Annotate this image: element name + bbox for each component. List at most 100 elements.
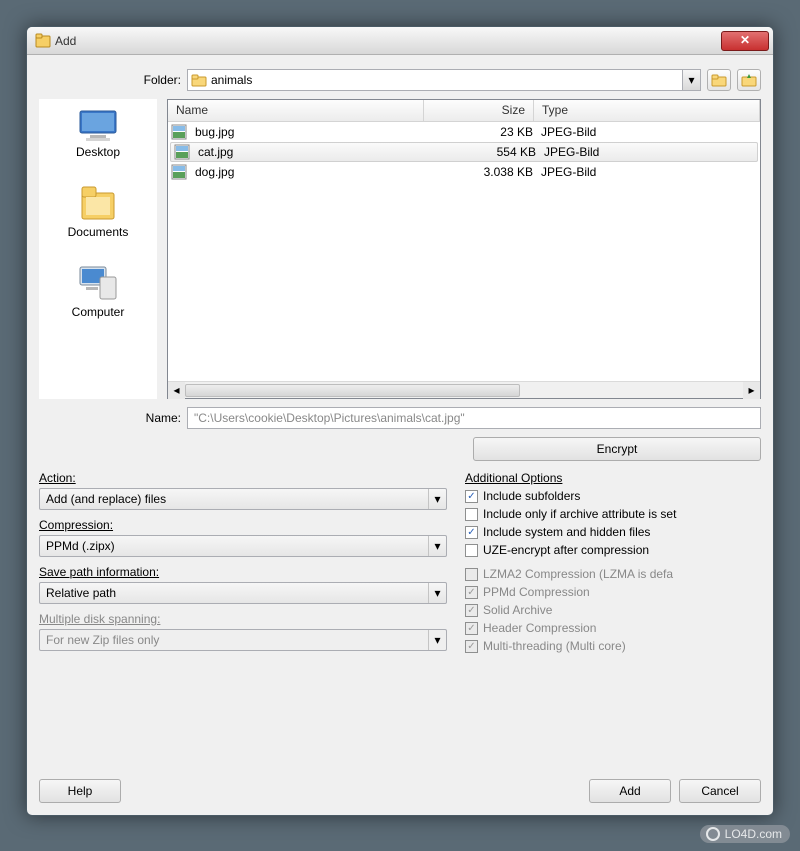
cancel-button[interactable]: Cancel (679, 779, 761, 803)
option-row[interactable]: UZE-encrypt after compression (465, 541, 761, 559)
option-row: ✓ Multi-threading (Multi core) (465, 637, 761, 655)
options-list: ✓ Include subfolders Include only if archi… (465, 487, 761, 655)
mid-area: Desktop Documents Computer Name Size Typ… (39, 99, 761, 399)
image-file-icon (174, 144, 190, 160)
folder-icon (191, 72, 207, 88)
window-title: Add (55, 34, 721, 48)
name-row: Name: (39, 407, 761, 429)
cell-name: dog.jpg (191, 165, 427, 179)
image-file-icon (171, 164, 187, 180)
spanning-value: For new Zip files only (40, 633, 428, 647)
close-icon: ✕ (740, 33, 750, 47)
action-dropdown-button[interactable]: ▾ (428, 489, 446, 509)
place-desktop[interactable]: Desktop (76, 107, 120, 159)
listview-header: Name Size Type (168, 100, 760, 122)
option-row: ✓ Solid Archive (465, 601, 761, 619)
folder-value: animals (207, 73, 682, 87)
action-combo[interactable]: Add (and replace) files ▾ (39, 488, 447, 510)
name-label: Name: (39, 411, 181, 425)
up-folder-button[interactable] (707, 69, 731, 91)
compression-combo[interactable]: PPMd (.zipx) ▾ (39, 535, 447, 557)
folder-dropdown-button[interactable]: ▾ (682, 70, 700, 90)
name-input[interactable] (187, 407, 761, 429)
option-label: PPMd Compression (483, 585, 590, 599)
options-panel: Additional Options ✓ Include subfolders In… (465, 471, 761, 655)
scroll-right-button[interactable]: ▸ (743, 382, 760, 399)
bottom-bar: Help Add Cancel (39, 769, 761, 803)
folder-row: Folder: animals ▾ (39, 69, 761, 91)
scroll-left-button[interactable]: ◂ (168, 382, 185, 399)
cell-type: JPEG-Bild (540, 145, 754, 159)
horizontal-scrollbar[interactable]: ◂ ▸ (168, 381, 760, 398)
scroll-track[interactable] (185, 384, 743, 397)
computer-icon (76, 263, 120, 303)
savepath-value: Relative path (40, 586, 428, 600)
encrypt-row: Encrypt (39, 437, 761, 461)
table-row[interactable]: bug.jpg23 KBJPEG-Bild (168, 122, 760, 142)
watermark-icon (706, 827, 720, 841)
documents-icon (76, 183, 120, 223)
checkbox: ✓ (465, 604, 478, 617)
triangle-left-icon: ◂ (173, 383, 179, 397)
places-bar: Desktop Documents Computer (39, 99, 157, 399)
chevron-down-icon: ▾ (434, 586, 440, 600)
options-title: Additional Options (465, 471, 761, 485)
table-row[interactable]: cat.jpg554 KBJPEG-Bild (170, 142, 758, 162)
image-file-icon (171, 124, 187, 140)
place-computer[interactable]: Computer (72, 263, 125, 319)
checkbox[interactable]: ✓ (465, 526, 478, 539)
cell-type: JPEG-Bild (537, 165, 757, 179)
spanning-label: Multiple disk spanning: (39, 612, 447, 626)
help-button[interactable]: Help (39, 779, 121, 803)
compression-label: Compression: (39, 518, 447, 532)
encrypt-button[interactable]: Encrypt (473, 437, 761, 461)
option-row: ✓PPMd Compression (465, 583, 761, 601)
option-row[interactable]: ✓ Include system and hidden files (465, 523, 761, 541)
compression-dropdown-button[interactable]: ▾ (428, 536, 446, 556)
option-label: Include only if archive attribute is set (483, 507, 676, 521)
place-documents[interactable]: Documents (68, 183, 129, 239)
option-label: Solid Archive (483, 603, 552, 617)
option-label: Multi-threading (Multi core) (483, 639, 626, 653)
file-listview[interactable]: Name Size Type bug.jpg23 KBJPEG-Bildcat.… (167, 99, 761, 399)
cell-size: 3.038 KB (427, 165, 537, 179)
checkbox: ✓ (465, 640, 478, 653)
watermark: LO4D.com (700, 825, 790, 843)
scroll-thumb[interactable] (185, 384, 520, 397)
table-row[interactable]: dog.jpg3.038 KBJPEG-Bild (168, 162, 760, 182)
titlebar: Add ✕ (27, 27, 773, 55)
chevron-down-icon: ▾ (688, 73, 694, 87)
option-row[interactable]: Include only if archive attribute is set (465, 505, 761, 523)
checkbox[interactable]: ✓ (465, 490, 478, 503)
lower-area: Action: Add (and replace) files ▾ Compre… (39, 471, 761, 655)
cell-name: cat.jpg (194, 145, 430, 159)
spanning-dropdown-button: ▾ (428, 630, 446, 650)
option-row[interactable]: ✓ Include subfolders (465, 487, 761, 505)
savepath-dropdown-button[interactable]: ▾ (428, 583, 446, 603)
option-label: Include subfolders (483, 489, 580, 503)
savepath-combo[interactable]: Relative path ▾ (39, 582, 447, 604)
close-button[interactable]: ✕ (721, 31, 769, 51)
watermark-badge: LO4D.com (700, 825, 790, 843)
desktop-icon (76, 107, 120, 143)
col-type[interactable]: Type (534, 100, 760, 121)
add-button[interactable]: Add (589, 779, 671, 803)
chevron-down-icon: ▾ (434, 539, 440, 553)
listview-rows: bug.jpg23 KBJPEG-Bildcat.jpg554 KBJPEG-B… (168, 122, 760, 381)
folder-label: Folder: (39, 73, 181, 87)
option-row: ✓Header Compression (465, 619, 761, 637)
col-size[interactable]: Size (424, 100, 534, 121)
checkbox (465, 568, 478, 581)
place-desktop-label: Desktop (76, 145, 120, 159)
option-label: Include system and hidden files (483, 525, 650, 539)
checkbox[interactable] (465, 544, 478, 557)
folder-combo[interactable]: animals ▾ (187, 69, 701, 91)
new-folder-button[interactable] (737, 69, 761, 91)
action-label: Action: (39, 471, 447, 485)
action-value: Add (and replace) files (40, 492, 428, 506)
col-name[interactable]: Name (168, 100, 424, 121)
checkbox[interactable] (465, 508, 478, 521)
settings-panel: Action: Add (and replace) files ▾ Compre… (39, 471, 447, 655)
cell-size: 554 KB (430, 145, 540, 159)
checkbox: ✓ (465, 622, 478, 635)
